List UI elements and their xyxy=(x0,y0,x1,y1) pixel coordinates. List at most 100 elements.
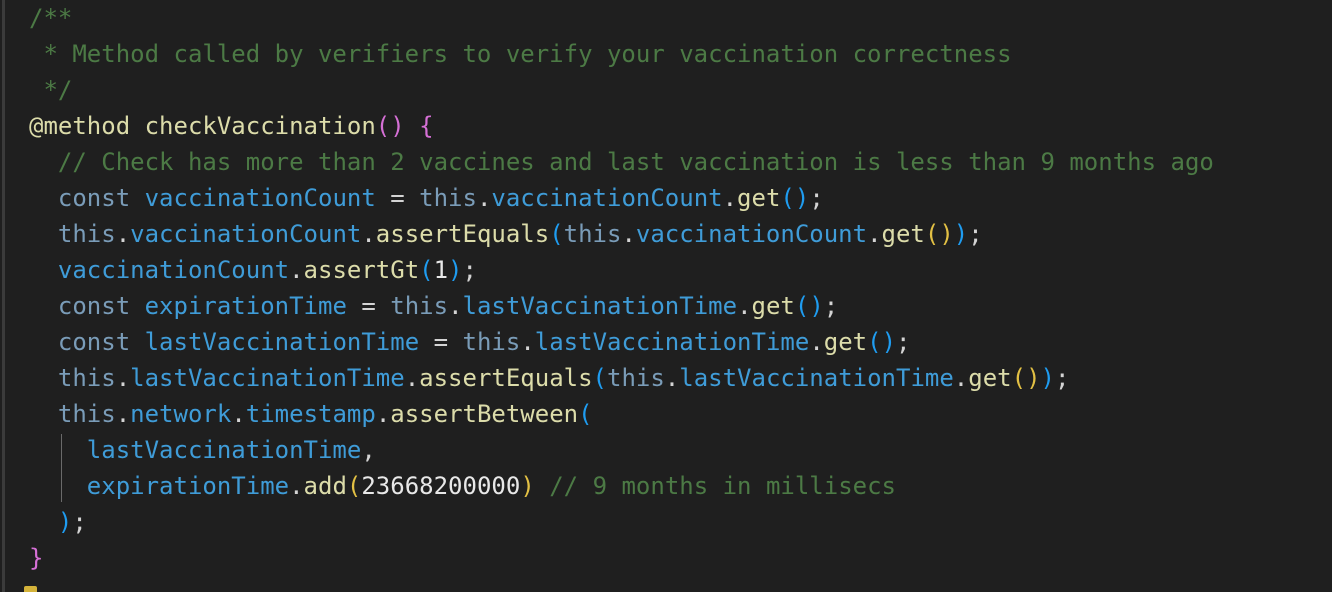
code-line[interactable]: this.lastVaccinationTime.assertEquals(th… xyxy=(0,360,1332,396)
code-token: // Check has more than 2 vaccines and la… xyxy=(57,148,1214,176)
code-token: ) xyxy=(953,220,969,248)
code-token: ( xyxy=(780,184,795,212)
code-token: const xyxy=(57,328,131,356)
code-line[interactable]: this.network.timestamp.assertBetween( xyxy=(0,396,1332,432)
code-token: this xyxy=(607,364,665,392)
code-token: ; xyxy=(809,184,824,212)
indent-guide xyxy=(61,434,62,502)
code-token: . xyxy=(361,220,376,248)
code-token: ( xyxy=(1011,364,1027,392)
code-token: ) xyxy=(1026,364,1041,392)
code-token: { xyxy=(419,112,434,140)
code-token: ) xyxy=(794,184,810,212)
code-token: ; xyxy=(72,508,87,536)
code-token: const xyxy=(57,184,131,212)
code-token: . xyxy=(115,220,131,248)
code-token: lastVaccinationTime xyxy=(462,292,738,320)
code-token: = xyxy=(419,328,463,356)
code-token: get xyxy=(968,364,1012,392)
code-token: this xyxy=(563,220,622,248)
code-token: lastVaccinationTime xyxy=(534,328,810,356)
code-token: get xyxy=(823,328,868,356)
code-line[interactable]: } xyxy=(0,540,1332,576)
code-token: expirationTime xyxy=(86,472,290,500)
code-token: ; xyxy=(462,256,477,284)
code-token: vaccinationCount xyxy=(491,184,723,212)
code-token: get xyxy=(751,292,795,320)
code-token: . xyxy=(231,400,246,428)
code-line[interactable]: * Method called by verifiers to verify y… xyxy=(0,36,1332,72)
code-token: */ xyxy=(29,76,73,104)
code-token: . xyxy=(375,400,391,428)
code-token: . xyxy=(737,292,752,320)
code-token: ; xyxy=(896,328,911,356)
code-token: . xyxy=(448,292,463,320)
code-token: ( xyxy=(375,112,391,140)
code-line[interactable]: const expirationTime = this.lastVaccinat… xyxy=(0,288,1332,324)
code-content[interactable]: /** * Method called by verifiers to veri… xyxy=(0,0,1332,592)
code-line[interactable]: vaccinationCount.assertGt(1); xyxy=(0,252,1332,288)
code-token: . xyxy=(115,400,131,428)
code-token: ( xyxy=(346,472,362,500)
code-token: assertEquals xyxy=(419,364,593,392)
code-token: this xyxy=(419,184,477,212)
code-line[interactable]: */ xyxy=(0,72,1332,108)
code-token: . xyxy=(664,364,680,392)
code-line[interactable]: const vaccinationCount = this.vaccinatio… xyxy=(0,180,1332,216)
code-token: this xyxy=(462,328,521,356)
code-token: ( xyxy=(592,364,607,392)
code-token: ; xyxy=(968,220,983,248)
code-token: . xyxy=(809,328,824,356)
code-token: . xyxy=(115,364,131,392)
code-token: add xyxy=(303,472,347,500)
code-token: ) xyxy=(809,292,824,320)
code-token: lastVaccinationTime xyxy=(144,328,420,356)
code-token: vaccinationCount xyxy=(130,220,362,248)
code-token: . xyxy=(722,184,738,212)
code-token: lastVaccinationTime xyxy=(679,364,954,392)
code-token: lastVaccinationTime xyxy=(86,436,362,464)
code-line[interactable]: const lastVaccinationTime = this.lastVac… xyxy=(0,324,1332,360)
code-token: , xyxy=(361,436,376,464)
code-line[interactable]: lastVaccinationTime, xyxy=(0,432,1332,468)
code-token: network xyxy=(130,400,232,428)
code-line[interactable]: this.vaccinationCount.assertEquals(this.… xyxy=(0,216,1332,252)
code-token: vaccinationCount xyxy=(635,220,868,248)
code-token: ; xyxy=(823,292,839,320)
code-token: . xyxy=(867,220,882,248)
code-line[interactable]: ); xyxy=(0,504,1332,540)
code-token: expirationTime xyxy=(144,292,347,320)
code-token: /** xyxy=(29,4,73,32)
clipped-next-line-glyph xyxy=(24,586,37,592)
code-line[interactable]: // Check has more than 2 vaccines and la… xyxy=(0,144,1332,180)
code-token: this xyxy=(57,364,116,392)
code-token: assertEquals xyxy=(375,220,550,248)
code-token: vaccinationCount xyxy=(57,256,290,284)
code-token: . xyxy=(520,328,535,356)
code-editor[interactable]: /** * Method called by verifiers to veri… xyxy=(0,0,1332,592)
code-token: . xyxy=(476,184,492,212)
code-token: timestamp xyxy=(245,400,376,428)
code-token: 23668200000 xyxy=(361,472,521,500)
code-token: ; xyxy=(1054,364,1070,392)
code-token: . xyxy=(289,472,304,500)
code-token: ( xyxy=(794,292,810,320)
code-line[interactable]: @method checkVaccination() { xyxy=(0,108,1332,144)
code-line[interactable]: /** xyxy=(0,0,1332,36)
code-token: lastVaccinationTime xyxy=(130,364,405,392)
code-line[interactable]: expirationTime.add(23668200000) // 9 mon… xyxy=(0,468,1332,504)
code-token: this xyxy=(57,220,116,248)
code-token: @method checkVaccination xyxy=(29,112,376,140)
code-token: ) xyxy=(939,220,954,248)
code-token: get xyxy=(881,220,925,248)
code-token: ) xyxy=(390,112,405,140)
